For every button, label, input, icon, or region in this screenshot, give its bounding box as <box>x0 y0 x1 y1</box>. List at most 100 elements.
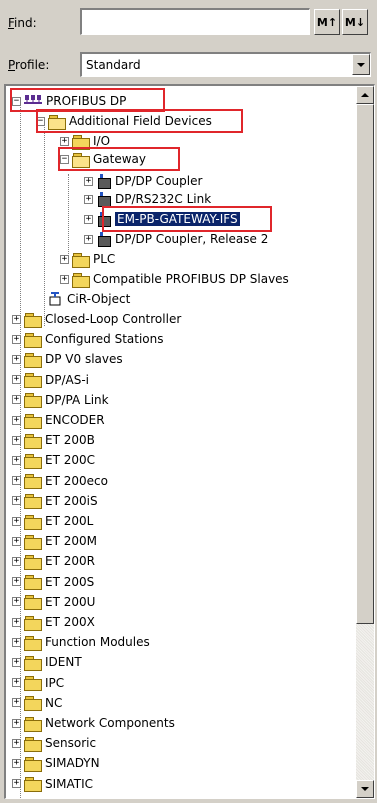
tree-node-folder[interactable]: + Sensoric <box>12 734 96 752</box>
tree-label: ET 200iS <box>45 493 98 508</box>
folder-icon <box>24 756 42 772</box>
tree-node-compatible-slaves[interactable]: + Compatible PROFIBUS DP Slaves <box>60 270 289 288</box>
catalog-tree[interactable]: − PROFIBUS DP − Additional Field Devices… <box>4 84 375 799</box>
expand-icon[interactable]: + <box>12 577 21 587</box>
scroll-thumb[interactable] <box>356 104 374 624</box>
expand-icon[interactable]: + <box>12 496 21 506</box>
tree-node-folder[interactable]: + DP V0 slaves <box>12 350 123 368</box>
expand-icon[interactable]: + <box>12 657 21 667</box>
tree-node-folder[interactable]: + DP/AS-i <box>12 371 89 389</box>
folder-icon <box>72 272 90 288</box>
tree-node-folder[interactable]: + ET 200eco <box>12 472 108 490</box>
tree-node-folder[interactable]: + Network Components <box>12 714 175 732</box>
tree-node-folder[interactable]: + IPC <box>12 674 64 692</box>
expand-icon[interactable]: + <box>12 758 21 768</box>
folder-icon <box>24 575 42 591</box>
expand-icon[interactable]: + <box>12 314 21 324</box>
tree-node-folder[interactable]: + Configured Stations <box>12 330 164 348</box>
expand-icon[interactable]: + <box>84 194 93 204</box>
tree-node-folder[interactable]: + ET 200iS <box>12 492 98 510</box>
expand-icon[interactable]: + <box>12 779 21 789</box>
find-down-button[interactable]: M↓ <box>342 9 368 35</box>
scroll-up-button[interactable] <box>356 86 374 104</box>
expand-icon[interactable]: + <box>84 176 93 186</box>
tree-label: NC <box>45 695 63 710</box>
tree-node-folder[interactable]: + ET 200B <box>12 431 95 449</box>
tree-node-folder[interactable]: + IDENT <box>12 653 82 671</box>
profile-label: Profile: <box>8 58 50 72</box>
expand-icon[interactable]: + <box>12 334 21 344</box>
folder-icon <box>24 413 42 429</box>
tree-node-folder[interactable]: + ENCODER <box>12 411 105 429</box>
expand-icon[interactable]: + <box>12 617 21 627</box>
find-input[interactable] <box>80 8 310 35</box>
tree-node-folder[interactable]: + DP/PA Link <box>12 391 109 409</box>
tree-label: DP/AS-i <box>45 372 90 387</box>
expand-icon[interactable]: + <box>60 254 69 264</box>
expand-icon[interactable]: + <box>12 476 21 486</box>
tree-node-folder[interactable]: + Function Modules <box>12 633 150 651</box>
expand-icon[interactable]: + <box>12 395 21 405</box>
tree-node-folder[interactable]: + ET 200M <box>12 532 97 550</box>
tree-node-device[interactable]: + DP/DP Coupler, Release 2 <box>84 230 268 248</box>
folder-icon <box>24 352 42 368</box>
expand-icon[interactable]: + <box>12 698 21 708</box>
tree-label: DP/RS232C Link <box>115 192 212 206</box>
highlight-box <box>36 109 243 133</box>
expand-icon[interactable]: + <box>60 136 69 146</box>
tree-node-folder[interactable]: + ET 200R <box>12 552 95 570</box>
device-icon <box>96 232 111 247</box>
expand-icon[interactable]: + <box>12 637 21 647</box>
folder-icon <box>24 635 42 651</box>
tree-node-folder[interactable]: + ET 200S <box>12 573 94 591</box>
tree-node-folder[interactable]: + ET 200X <box>12 613 95 631</box>
expand-icon[interactable]: + <box>12 375 21 385</box>
scroll-down-button[interactable] <box>356 780 374 798</box>
profile-selected-value: Standard <box>86 58 141 72</box>
profile-dropdown-button[interactable] <box>352 54 370 75</box>
expand-icon[interactable]: + <box>12 678 21 688</box>
expand-icon[interactable]: + <box>12 516 21 526</box>
tree-node-folder[interactable]: + ET 200U <box>12 593 95 611</box>
tree-label: ET 200eco <box>45 473 108 488</box>
find-up-button[interactable]: M↑ <box>314 9 340 35</box>
tree-node-folder[interactable]: + Closed-Loop Controller <box>12 310 181 328</box>
vertical-scrollbar[interactable] <box>356 86 374 798</box>
tree-label: ET 200R <box>45 554 95 569</box>
tree-label: ET 200B <box>45 433 95 448</box>
tree-node-folder[interactable]: + NC <box>12 694 62 712</box>
tree-label: Network Components <box>45 716 175 730</box>
expand-icon[interactable]: + <box>60 274 69 284</box>
expand-icon[interactable]: + <box>12 718 21 728</box>
tree-label: ET 200S <box>45 574 95 589</box>
expand-icon[interactable]: + <box>12 435 21 445</box>
folder-icon <box>72 134 90 150</box>
tree-node-plc[interactable]: + PLC <box>60 250 115 268</box>
tree-node-folder[interactable]: + SIMATIC <box>12 775 93 793</box>
chevron-down-icon <box>357 62 365 67</box>
tree-node-device[interactable]: + DP/DP Coupler <box>84 172 202 190</box>
highlight-box <box>58 147 180 171</box>
folder-icon <box>24 393 42 409</box>
tree-node-folder[interactable]: + SIMADYN <box>12 754 100 772</box>
tree-node-folder[interactable]: + ET 200L <box>12 512 93 530</box>
tree-label: CiR-Object <box>67 292 131 306</box>
expand-icon[interactable]: + <box>12 556 21 566</box>
tree-label: DP/DP Coupler <box>115 174 203 188</box>
folder-icon <box>24 494 42 510</box>
expand-icon[interactable]: + <box>12 415 21 425</box>
expand-icon[interactable]: + <box>12 597 21 607</box>
folder-icon <box>24 474 42 490</box>
expand-icon[interactable]: + <box>12 354 21 364</box>
tree-node-folder[interactable]: + ET 200C <box>12 451 95 469</box>
profile-select[interactable]: Standard <box>80 52 371 77</box>
tree-label: Sensoric <box>45 736 97 751</box>
folder-icon <box>24 332 42 348</box>
tree-label: Function Modules <box>45 635 150 650</box>
expand-icon[interactable]: + <box>12 738 21 748</box>
tree-node-cir-object[interactable]: CiR-Object <box>36 290 130 308</box>
expand-icon[interactable]: + <box>12 536 21 546</box>
expand-icon[interactable]: + <box>84 234 93 244</box>
expand-icon[interactable]: + <box>12 455 21 465</box>
expand-icon[interactable]: + <box>84 214 93 224</box>
